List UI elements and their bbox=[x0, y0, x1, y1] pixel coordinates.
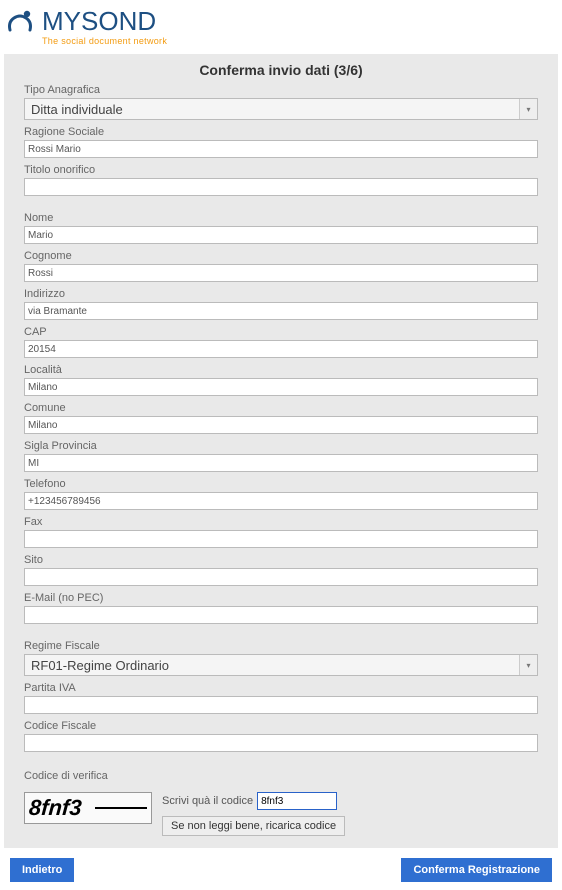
label-regime-fiscale: Regime Fiscale bbox=[24, 640, 538, 652]
input-sigla-provincia[interactable] bbox=[24, 454, 538, 472]
label-codice-verifica: Codice di verifica bbox=[24, 770, 538, 782]
captcha-image: 8fnf3 bbox=[24, 792, 152, 824]
label-partita-iva: Partita IVA bbox=[24, 682, 538, 694]
select-regime-fiscale[interactable]: RF01-Regime Ordinario ▾ bbox=[24, 654, 538, 676]
logo-mark-icon bbox=[4, 8, 38, 38]
captcha-section: Codice di verifica 8fnf3 Scrivi quà il c… bbox=[24, 770, 538, 836]
select-tipo-anagrafica[interactable]: Ditta individuale ▾ bbox=[24, 98, 538, 120]
back-button[interactable]: Indietro bbox=[10, 858, 74, 882]
input-telefono[interactable] bbox=[24, 492, 538, 510]
label-sito: Sito bbox=[24, 554, 538, 566]
label-localita: Località bbox=[24, 364, 538, 376]
label-sigla-provincia: Sigla Provincia bbox=[24, 440, 538, 452]
reload-captcha-button[interactable]: Se non leggi bene, ricarica codice bbox=[162, 816, 345, 836]
label-telefono: Telefono bbox=[24, 478, 538, 490]
input-email[interactable] bbox=[24, 606, 538, 624]
label-comune: Comune bbox=[24, 402, 538, 414]
input-ragione-sociale[interactable] bbox=[24, 140, 538, 158]
brand-tagline: The social document network bbox=[42, 36, 167, 46]
input-titolo-onorifico[interactable] bbox=[24, 178, 538, 196]
brand-logo: MYSOND The social document network bbox=[4, 8, 558, 46]
label-indirizzo: Indirizzo bbox=[24, 288, 538, 300]
input-nome[interactable] bbox=[24, 226, 538, 244]
label-tipo-anagrafica: Tipo Anagrafica bbox=[24, 84, 538, 96]
registration-form-panel: Conferma invio dati (3/6) Tipo Anagrafic… bbox=[4, 54, 558, 848]
label-scrivi-codice: Scrivi quà il codice bbox=[162, 795, 253, 807]
wizard-button-row: Indietro Conferma Registrazione bbox=[0, 852, 562, 890]
input-cognome[interactable] bbox=[24, 264, 538, 282]
select-tipo-anagrafica-value: Ditta individuale bbox=[25, 102, 519, 117]
label-nome: Nome bbox=[24, 212, 538, 224]
label-cognome: Cognome bbox=[24, 250, 538, 262]
label-cap: CAP bbox=[24, 326, 538, 338]
input-captcha[interactable] bbox=[257, 792, 337, 810]
input-comune[interactable] bbox=[24, 416, 538, 434]
input-codice-fiscale[interactable] bbox=[24, 734, 538, 752]
input-partita-iva[interactable] bbox=[24, 696, 538, 714]
label-codice-fiscale: Codice Fiscale bbox=[24, 720, 538, 732]
confirm-registration-button[interactable]: Conferma Registrazione bbox=[401, 858, 552, 882]
label-ragione-sociale: Ragione Sociale bbox=[24, 126, 538, 138]
input-indirizzo[interactable] bbox=[24, 302, 538, 320]
brand-name: MYSOND bbox=[42, 8, 167, 34]
page-title: Conferma invio dati (3/6) bbox=[14, 62, 548, 78]
label-email: E-Mail (no PEC) bbox=[24, 592, 538, 604]
input-sito[interactable] bbox=[24, 568, 538, 586]
input-localita[interactable] bbox=[24, 378, 538, 396]
captcha-code-text: 8fnf3 bbox=[28, 795, 82, 821]
label-fax: Fax bbox=[24, 516, 538, 528]
input-cap[interactable] bbox=[24, 340, 538, 358]
input-fax[interactable] bbox=[24, 530, 538, 548]
header: MYSOND The social document network bbox=[0, 0, 562, 50]
chevron-down-icon: ▾ bbox=[519, 99, 537, 119]
label-titolo-onorifico: Titolo onorifico bbox=[24, 164, 538, 176]
select-regime-fiscale-value: RF01-Regime Ordinario bbox=[25, 658, 519, 673]
chevron-down-icon: ▾ bbox=[519, 655, 537, 675]
